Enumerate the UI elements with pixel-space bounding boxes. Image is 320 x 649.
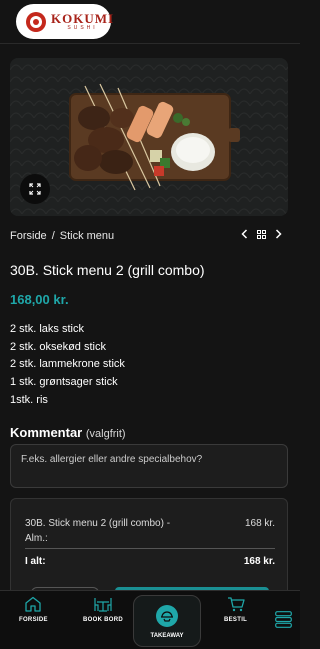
basket-icon bbox=[227, 597, 245, 612]
comment-optional-text: (valgfrit) bbox=[85, 428, 126, 440]
content-item: 1stk. ris bbox=[10, 393, 48, 406]
nav-item-bestil[interactable]: BESTIL bbox=[224, 596, 247, 623]
comment-label-text: Kommentar bbox=[10, 425, 83, 440]
summary-total-label: I alt: bbox=[25, 556, 46, 567]
content-item: 2 stk. lammekrone stick bbox=[10, 358, 125, 371]
summary-total: I alt: 168 kr. bbox=[25, 556, 275, 567]
chevron-left-icon bbox=[241, 229, 248, 239]
product-title: 30B. Stick menu 2 (grill combo) bbox=[10, 262, 205, 278]
grid-icon bbox=[257, 229, 266, 239]
nav-label: BESTIL bbox=[224, 617, 248, 623]
product-navigation bbox=[241, 229, 282, 239]
breadcrumb: Forside / Stick menu bbox=[10, 230, 114, 242]
grill-platter-illustration bbox=[10, 58, 288, 216]
previous-product-button[interactable] bbox=[241, 229, 248, 239]
expand-icon bbox=[29, 183, 41, 195]
logo-name: KOKUMI bbox=[51, 11, 115, 26]
hamburger-menu-icon bbox=[275, 611, 292, 628]
kokumi-logo[interactable]: KOKUMI SUSHI bbox=[16, 4, 115, 39]
nav-item-forside[interactable]: FORSIDE bbox=[19, 596, 48, 623]
comment-field[interactable] bbox=[10, 444, 288, 488]
takeaway-icon bbox=[156, 605, 178, 627]
summary-item-amount: 168 kr. bbox=[244, 518, 275, 529]
breadcrumb-home[interactable]: Forside bbox=[10, 230, 47, 242]
hamburger-menu-button[interactable] bbox=[275, 611, 292, 633]
nav-item-takeaway[interactable]: TAKEAWAY bbox=[133, 595, 201, 647]
table-icon bbox=[94, 598, 112, 612]
logo-mark-icon bbox=[26, 11, 46, 32]
content-item: 2 stk. laks stick bbox=[10, 323, 84, 335]
home-icon bbox=[25, 596, 42, 612]
content-item: 2 stk. oksekød stick bbox=[10, 340, 106, 353]
breadcrumb-current[interactable]: Stick menu bbox=[60, 230, 114, 242]
summary-divider bbox=[25, 548, 275, 549]
nav-label: TAKEAWAY bbox=[150, 633, 184, 639]
header: KOKUMI SUSHI bbox=[0, 0, 300, 44]
content-item: 1 stk. grøntsager stick bbox=[10, 376, 118, 389]
comment-label: Kommentar (valgfrit) bbox=[10, 425, 126, 440]
next-product-button[interactable] bbox=[275, 229, 282, 239]
nav-label: FORSIDE bbox=[19, 617, 48, 623]
product-price: 168,00 kr. bbox=[10, 292, 69, 307]
grid-view-button[interactable] bbox=[257, 229, 266, 239]
nav-item-book-bord[interactable]: BOOK BORD bbox=[83, 596, 123, 623]
summary-total-amount: 168 kr. bbox=[243, 556, 275, 567]
nav-label: BOOK BORD bbox=[83, 617, 124, 623]
breadcrumb-separator: / bbox=[51, 230, 55, 242]
logo-subtitle: SUSHI bbox=[67, 25, 98, 31]
summary-item-variant: Alm.: bbox=[25, 533, 48, 544]
bottom-navigation: FORSIDE BOOK BORD TAKEAWAY BESTIL bbox=[0, 590, 300, 649]
chevron-right-icon bbox=[275, 229, 282, 239]
product-contents: 2 stk. laks stick 2 stk. oksekød stick 2… bbox=[10, 321, 125, 410]
summary-line-item: 30B. Stick menu 2 (grill combo) - Alm.: … bbox=[25, 516, 275, 546]
product-image[interactable] bbox=[10, 58, 288, 216]
zoom-button[interactable] bbox=[20, 174, 50, 204]
summary-item-name: 30B. Stick menu 2 (grill combo) - bbox=[25, 518, 171, 529]
